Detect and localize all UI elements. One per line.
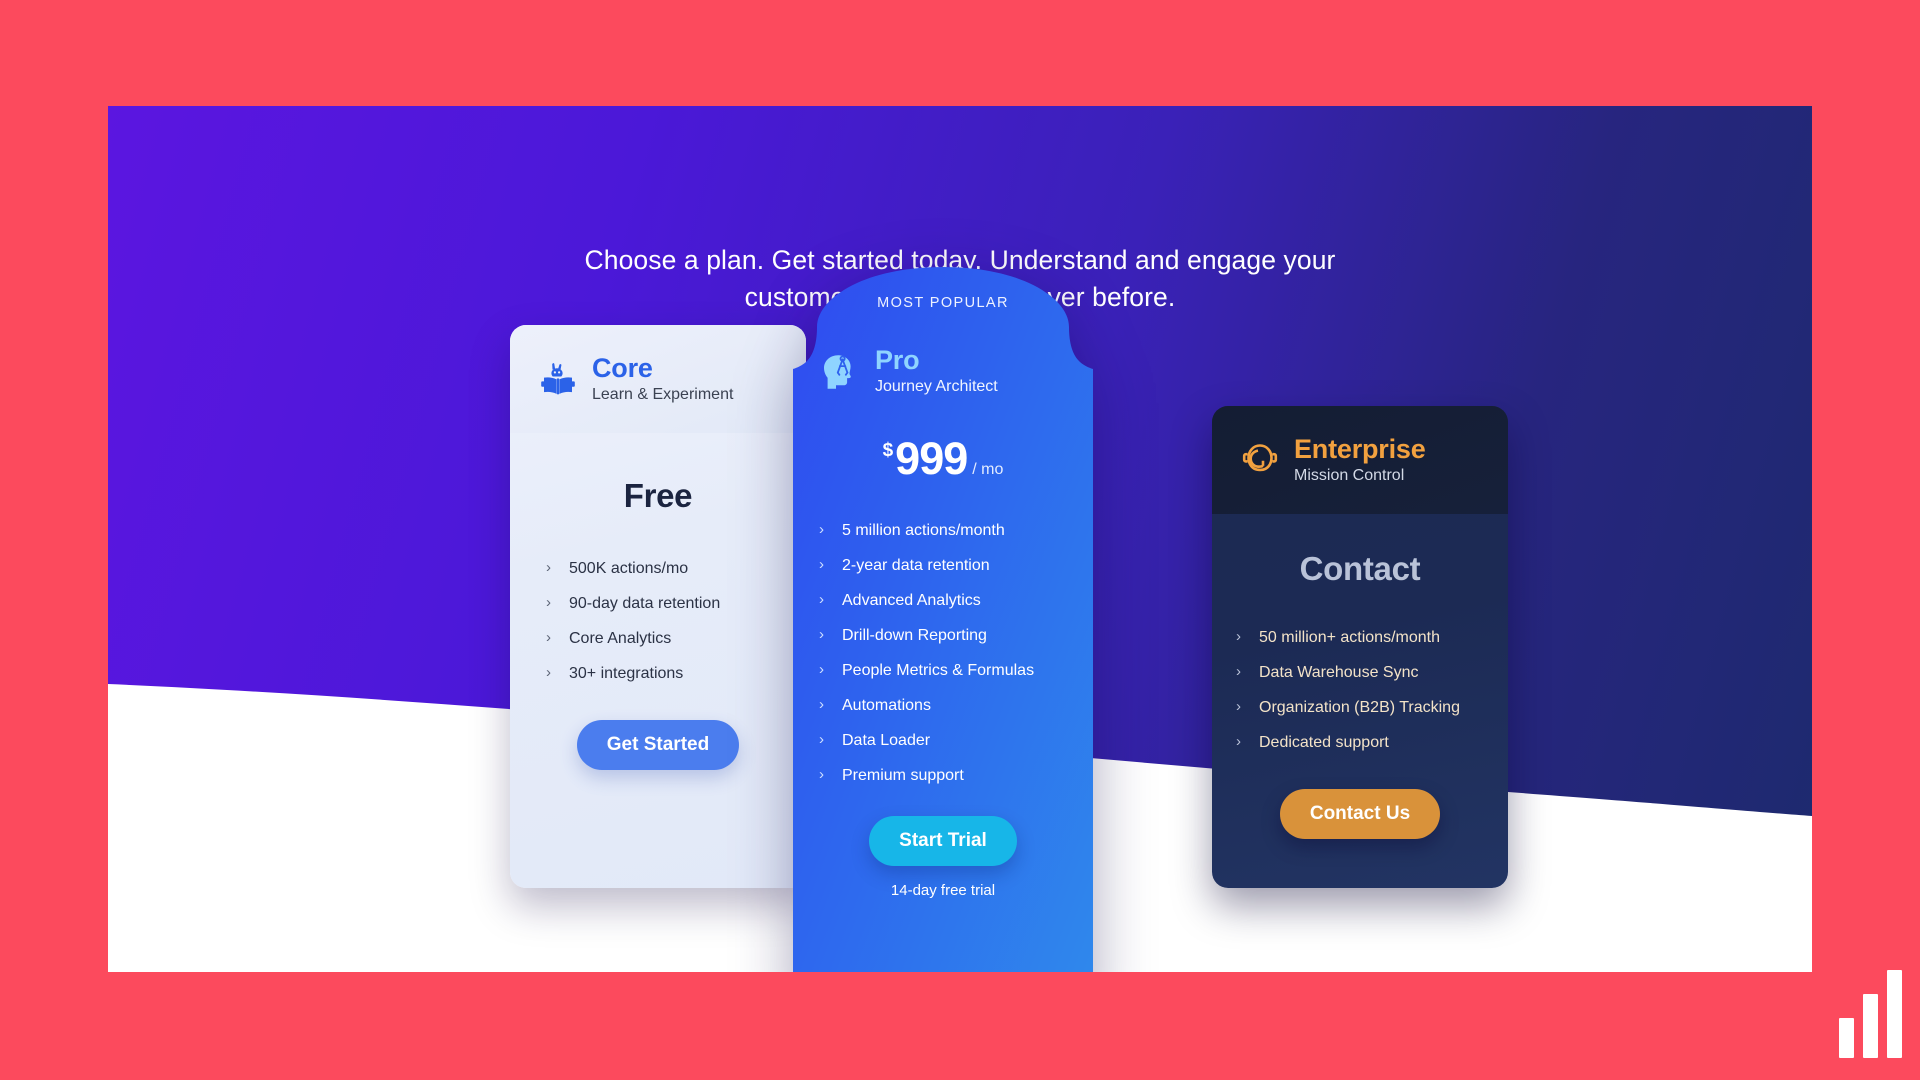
pro-feature-label: Advanced Analytics — [842, 592, 981, 609]
enterprise-feature-list: › 50 million+ actions/month › Data Wareh… — [1212, 628, 1508, 753]
enterprise-plan-text: Enterprise Mission Control — [1294, 433, 1426, 485]
core-plan-text: Core Learn & Experiment — [592, 352, 734, 404]
list-item: › 50 million+ actions/month — [1236, 628, 1508, 648]
list-item: › Data Warehouse Sync — [1236, 663, 1508, 683]
list-item: › Core Analytics — [546, 629, 806, 649]
chevron-right-icon: › — [819, 556, 824, 573]
chevron-right-icon: › — [819, 521, 824, 538]
core-feature-list: › 500K actions/mo › 90-day data retentio… — [510, 559, 806, 684]
chevron-right-icon: › — [546, 594, 551, 611]
pro-feature-label: 5 million actions/month — [842, 522, 1005, 539]
enterprise-feature-label: Organization (B2B) Tracking — [1259, 699, 1460, 716]
chevron-right-icon: › — [546, 559, 551, 576]
list-item: › Automations — [819, 696, 1093, 716]
core-feature-label: 30+ integrations — [569, 665, 684, 682]
core-plan-name: Core — [592, 352, 653, 383]
list-item: › 2-year data retention — [819, 556, 1093, 576]
core-feature-label: 500K actions/mo — [569, 560, 689, 577]
pro-price-row: $ 999 / mo — [883, 433, 1004, 485]
chevron-right-icon: › — [819, 731, 824, 748]
chevron-right-icon: › — [819, 696, 824, 713]
enterprise-feature-label: 50 million+ actions/month — [1259, 629, 1440, 646]
pro-price-currency: $ — [882, 440, 894, 461]
pro-plan-text: Pro Journey Architect — [875, 344, 998, 396]
enterprise-feature-label: Data Warehouse Sync — [1259, 664, 1419, 681]
pro-plan-tagline: Journey Architect — [875, 378, 998, 396]
astronaut-helmet-icon — [1238, 438, 1282, 482]
core-card-header: Core Learn & Experiment — [510, 325, 806, 433]
plan-card-core[interactable]: Core Learn & Experiment Free › 500K acti… — [510, 325, 806, 888]
chevron-right-icon: › — [819, 626, 824, 643]
most-popular-badge: MOST POPULAR — [877, 295, 1009, 311]
pro-feature-label: Premium support — [842, 767, 964, 784]
start-trial-button[interactable]: Start Trial — [869, 816, 1017, 866]
enterprise-card-header: Enterprise Mission Control — [1212, 406, 1508, 514]
pro-plan-name: Pro — [875, 344, 920, 375]
pricing-page-frame: Choose a plan. Get started today. Unders… — [108, 106, 1812, 972]
pro-price-period: / mo — [972, 461, 1004, 478]
core-feature-label: 90-day data retention — [569, 595, 721, 612]
get-started-button[interactable]: Get Started — [576, 720, 740, 770]
list-item: › People Metrics & Formulas — [819, 661, 1093, 681]
core-price: Free — [623, 477, 693, 514]
enterprise-plan-tagline: Mission Control — [1294, 467, 1405, 485]
rabbit-reading-book-icon — [536, 357, 580, 401]
plan-card-enterprise[interactable]: Enterprise Mission Control Contact › 50 … — [1212, 406, 1508, 888]
pricing-cards: Core Learn & Experiment Free › 500K acti… — [108, 106, 1812, 972]
logo-bar-1 — [1839, 1018, 1854, 1058]
pro-feature-label: Drill-down Reporting — [842, 627, 987, 644]
pro-card-header: Pro Journey Architect — [793, 333, 1093, 409]
enterprise-feature-label: Dedicated support — [1259, 734, 1389, 751]
plan-card-pro[interactable]: MOST POPULAR Pro Journey Architect $ 999… — [793, 251, 1093, 972]
list-item: › 90-day data retention — [546, 594, 806, 614]
list-item: › Data Loader — [819, 731, 1093, 751]
chevron-right-icon: › — [819, 766, 824, 783]
enterprise-cta-wrap: Contact Us — [1212, 789, 1508, 839]
pro-trial-note: 14-day free trial — [890, 882, 996, 899]
pro-cta-wrap: Start Trial — [793, 816, 1093, 866]
list-item: › 500K actions/mo — [546, 559, 806, 579]
pro-feature-label: Data Loader — [842, 732, 931, 749]
chevron-right-icon: › — [1236, 663, 1241, 680]
contact-us-button[interactable]: Contact Us — [1279, 789, 1441, 839]
core-cta-wrap: Get Started — [510, 720, 806, 770]
core-price-area: Free — [510, 477, 806, 515]
bar-chart-logo-icon — [1839, 970, 1902, 1058]
core-feature-label: Core Analytics — [569, 630, 672, 647]
pro-feature-label: 2-year data retention — [842, 557, 990, 574]
chevron-right-icon: › — [1236, 628, 1241, 645]
chevron-right-icon: › — [546, 664, 551, 681]
enterprise-plan-name: Enterprise — [1294, 433, 1426, 464]
list-item: › 5 million actions/month — [819, 521, 1093, 541]
logo-bar-2 — [1863, 994, 1878, 1058]
core-plan-tagline: Learn & Experiment — [592, 386, 734, 404]
pro-card-content: MOST POPULAR Pro Journey Architect $ 999… — [793, 251, 1093, 972]
pro-price-amount: 999 — [895, 433, 968, 484]
list-item: › 30+ integrations — [546, 664, 806, 684]
chevron-right-icon: › — [819, 591, 824, 608]
pro-feature-list: › 5 million actions/month › 2-year data … — [793, 521, 1093, 786]
chevron-right-icon: › — [1236, 733, 1241, 750]
chevron-right-icon: › — [546, 629, 551, 646]
chevron-right-icon: › — [819, 661, 824, 678]
pro-feature-label: Automations — [842, 697, 931, 714]
enterprise-price-area: Contact — [1212, 550, 1508, 588]
pro-feature-label: People Metrics & Formulas — [842, 662, 1035, 679]
list-item: › Premium support — [819, 766, 1093, 786]
chevron-right-icon: › — [1236, 698, 1241, 715]
list-item: › Drill-down Reporting — [819, 626, 1093, 646]
logo-bar-3 — [1887, 970, 1902, 1058]
page-canvas: Choose a plan. Get started today. Unders… — [0, 0, 1920, 1080]
list-item: › Dedicated support — [1236, 733, 1508, 753]
pro-price-area: $ 999 / mo — [793, 433, 1093, 485]
list-item: › Organization (B2B) Tracking — [1236, 698, 1508, 718]
list-item: › Advanced Analytics — [819, 591, 1093, 611]
enterprise-price: Contact — [1299, 550, 1421, 587]
head-with-compass-icon — [819, 349, 863, 393]
